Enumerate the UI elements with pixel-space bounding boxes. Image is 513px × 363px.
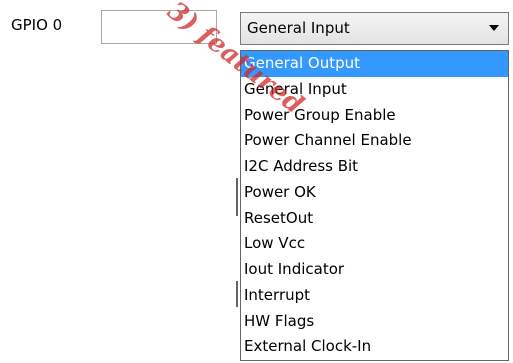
option-power-group-enable[interactable]: Power Group Enable: [241, 103, 508, 129]
option-general-output[interactable]: General Output: [241, 51, 508, 77]
option-i2c-address-bit[interactable]: I2C Address Bit: [241, 154, 508, 180]
option-power-ok[interactable]: Power OK: [241, 180, 508, 206]
function-select[interactable]: General Input: [240, 12, 509, 45]
option-general-input[interactable]: General Input: [241, 77, 508, 103]
option-low-vcc[interactable]: Low Vcc: [241, 231, 508, 257]
option-resetout[interactable]: ResetOut: [241, 206, 508, 232]
background-line-mark: [236, 281, 238, 307]
option-iout-indicator[interactable]: Iout Indicator: [241, 257, 508, 283]
option-external-clock-in[interactable]: External Clock-In: [241, 334, 508, 360]
option-hw-flags[interactable]: HW Flags: [241, 309, 508, 335]
chevron-down-icon[interactable]: [489, 25, 499, 31]
gpio-label: GPIO 0: [11, 16, 63, 34]
function-select-value: General Input: [247, 19, 350, 37]
option-power-channel-enable[interactable]: Power Channel Enable: [241, 128, 508, 154]
background-line-mark: [236, 178, 238, 216]
option-interrupt[interactable]: Interrupt: [241, 283, 508, 309]
function-dropdown-list[interactable]: General Output General Input Power Group…: [240, 50, 509, 361]
gpio-text-field[interactable]: [101, 10, 217, 44]
